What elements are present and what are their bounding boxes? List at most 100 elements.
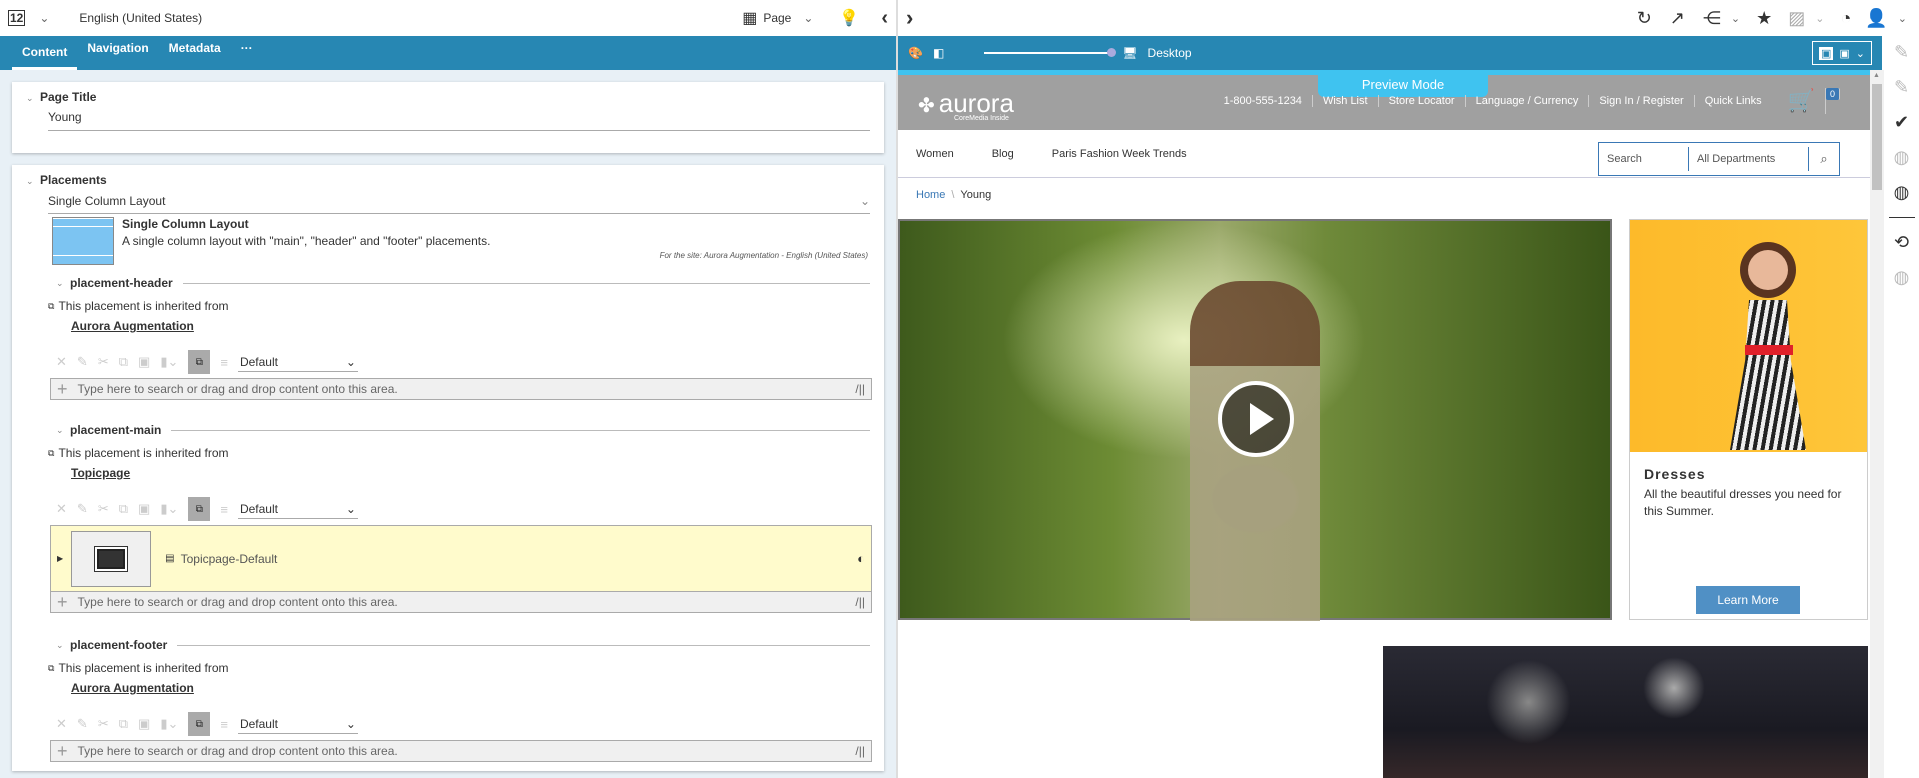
paste-icon[interactable]: ▣ (138, 354, 150, 370)
remove-icon[interactable]: ✕ (56, 716, 67, 732)
inherit-toggle-icon[interactable]: ⧉ (188, 350, 211, 374)
insert-icon[interactable]: ▮⌄ (160, 716, 178, 732)
chevron-down-icon[interactable]: ⌄ (56, 640, 70, 651)
sign-in-link[interactable]: Sign In / Register (1589, 95, 1695, 107)
check-icon[interactable]: ✔ (1894, 112, 1909, 133)
paste-icon[interactable]: ▣ (138, 501, 150, 517)
breadcrumb-home[interactable]: Home (916, 189, 945, 201)
hero-video[interactable] (898, 219, 1612, 621)
lightbulb-icon[interactable]: 💡 (839, 8, 859, 28)
preview-scrollbar[interactable]: ▲ (1870, 70, 1884, 778)
content-item[interactable]: ▶ ▤ Topicpage-Default ◐ (50, 525, 872, 591)
tab-metadata[interactable]: Metadata (159, 36, 231, 70)
view-type-select[interactable]: Default ⌄ (237, 500, 358, 519)
content-drop-input[interactable]: + Type here to search or drag and drop co… (50, 378, 872, 400)
chevron-down-icon[interactable]: ⌄ (56, 278, 70, 289)
disapprove-icon[interactable]: ✎ (1894, 77, 1909, 98)
remove-icon[interactable]: ✕ (56, 354, 67, 370)
library-icon[interactable]: /|| (855, 595, 865, 609)
inherited-source-link[interactable]: Topicpage (71, 462, 870, 484)
content-drop-input[interactable]: + Type here to search or drag and drop co… (50, 591, 872, 613)
site-logo[interactable]: ✤ aurora CoreMedia Inside (918, 88, 1014, 122)
remove-icon[interactable]: ✕ (56, 501, 67, 517)
inherit-toggle-icon[interactable]: ⧉ (188, 497, 211, 521)
share-icon[interactable]: ⋲ (1703, 8, 1721, 29)
chevron-down-icon[interactable]: ⌄ (26, 176, 40, 187)
language-link[interactable]: Language / Currency (1466, 95, 1590, 107)
department-select[interactable]: All Departments (1689, 147, 1809, 171)
cut-icon[interactable]: ✂ (98, 354, 109, 370)
device-mode-select[interactable]: ▣ ▣ ⌄ (1811, 41, 1872, 65)
edit-icon[interactable]: ✎ (77, 716, 88, 732)
analytics-icon[interactable]: ▨ (1788, 8, 1805, 29)
expand-right-icon[interactable]: › (906, 5, 913, 31)
library-icon[interactable]: /|| (855, 382, 865, 396)
time-travel-icon[interactable]: ◔ (1840, 8, 1851, 29)
quick-links[interactable]: Quick Links (1695, 95, 1772, 107)
nav-paris-fashion[interactable]: Paris Fashion Week Trends (1052, 148, 1187, 160)
placement-main: ⌄ placement-main ⧉ This placement is inher… (26, 420, 872, 613)
learn-more-button[interactable]: Learn More (1696, 586, 1800, 614)
store-locator-link[interactable]: Store Locator (1379, 95, 1466, 107)
paste-icon[interactable]: ▣ (138, 716, 150, 732)
phone-link[interactable]: 1-800-555-1234 (1214, 95, 1313, 107)
reload-icon[interactable]: ↻ (1637, 8, 1652, 29)
chevron-down-icon[interactable]: ⌄ (56, 425, 70, 436)
view-type-select[interactable]: Default ⌄ (237, 353, 358, 372)
locale-label[interactable]: English (United States) (79, 11, 202, 25)
version-icon[interactable]: 12 (8, 10, 26, 26)
library-icon[interactable]: /|| (855, 744, 865, 758)
insert-icon[interactable]: ▮⌄ (160, 354, 178, 370)
unpublish-icon[interactable]: ◍ (1894, 267, 1910, 288)
copy-icon[interactable]: ⧉ (119, 501, 128, 517)
expand-icon[interactable]: ▶ (57, 554, 63, 563)
inherited-source-link[interactable]: Aurora Augmentation (71, 315, 870, 337)
chevron-down-icon[interactable]: ⌄ (803, 11, 813, 25)
tab-navigation[interactable]: Navigation (77, 36, 158, 70)
nav-women[interactable]: Women (916, 148, 954, 160)
search-icon[interactable]: ⌕ (1809, 151, 1839, 167)
panel-icon[interactable]: ◧ (933, 46, 944, 60)
globe-icon[interactable]: ◐ (857, 551, 865, 566)
play-icon[interactable] (1218, 381, 1294, 457)
publish-globe-icon[interactable]: ◍ (1894, 147, 1910, 168)
lock-icon[interactable]: ≡ (220, 502, 228, 517)
chevron-down-icon[interactable]: ⌄ (26, 93, 40, 104)
content-drop-input[interactable]: + Type here to search or drag and drop co… (50, 740, 872, 762)
tab-more[interactable]: ··· (231, 36, 263, 70)
layout-icon[interactable]: ▦ (742, 8, 757, 28)
edit-icon[interactable]: ✎ (77, 501, 88, 517)
palette-icon[interactable]: 🎨 (908, 46, 923, 60)
bookmark-star-icon[interactable]: ★ (1756, 8, 1772, 29)
insert-icon[interactable]: ▮⌄ (160, 501, 178, 517)
inherit-toggle-icon[interactable]: ⧉ (188, 712, 211, 736)
page-title-input[interactable]: Young (48, 110, 870, 131)
layout-select[interactable]: Single Column Layout ⌄ (48, 194, 870, 214)
view-selector[interactable]: Page (763, 11, 791, 25)
lock-icon[interactable]: ≡ (220, 355, 228, 370)
wishlist-link[interactable]: Wish List (1313, 95, 1379, 107)
user-settings-icon[interactable]: 👤 (1865, 8, 1887, 29)
cart-icon[interactable]: 🛒 (1778, 88, 1826, 114)
collapse-left-icon[interactable]: ‹ (881, 7, 888, 30)
site-note: For the site: Aurora Augmentation - Engl… (659, 251, 868, 260)
edit-icon[interactable]: ✎ (77, 354, 88, 370)
inherited-source-link[interactable]: Aurora Augmentation (71, 677, 870, 699)
globe-icon[interactable]: ◍ (1894, 182, 1910, 203)
nav-blog[interactable]: Blog (992, 148, 1014, 160)
cut-icon[interactable]: ✂ (98, 716, 109, 732)
chevron-down-icon[interactable]: ⌄ (39, 11, 49, 25)
cut-icon[interactable]: ✂ (98, 501, 109, 517)
inherited-text: This placement is inherited from (58, 446, 229, 460)
view-type-select[interactable]: Default ⌄ (237, 715, 358, 734)
search-input[interactable]: Search (1599, 147, 1689, 171)
tab-content[interactable]: Content (12, 36, 78, 70)
sync-icon[interactable]: ⟲ (1894, 232, 1909, 253)
preview-mode-icon: ▣ (1818, 46, 1834, 60)
lock-icon[interactable]: ≡ (220, 717, 228, 732)
approve-icon[interactable]: ✎ (1894, 42, 1909, 63)
device-slider[interactable] (984, 48, 1117, 57)
copy-icon[interactable]: ⧉ (119, 354, 128, 370)
copy-icon[interactable]: ⧉ (119, 716, 128, 732)
open-external-icon[interactable]: ↗ (1670, 8, 1685, 29)
